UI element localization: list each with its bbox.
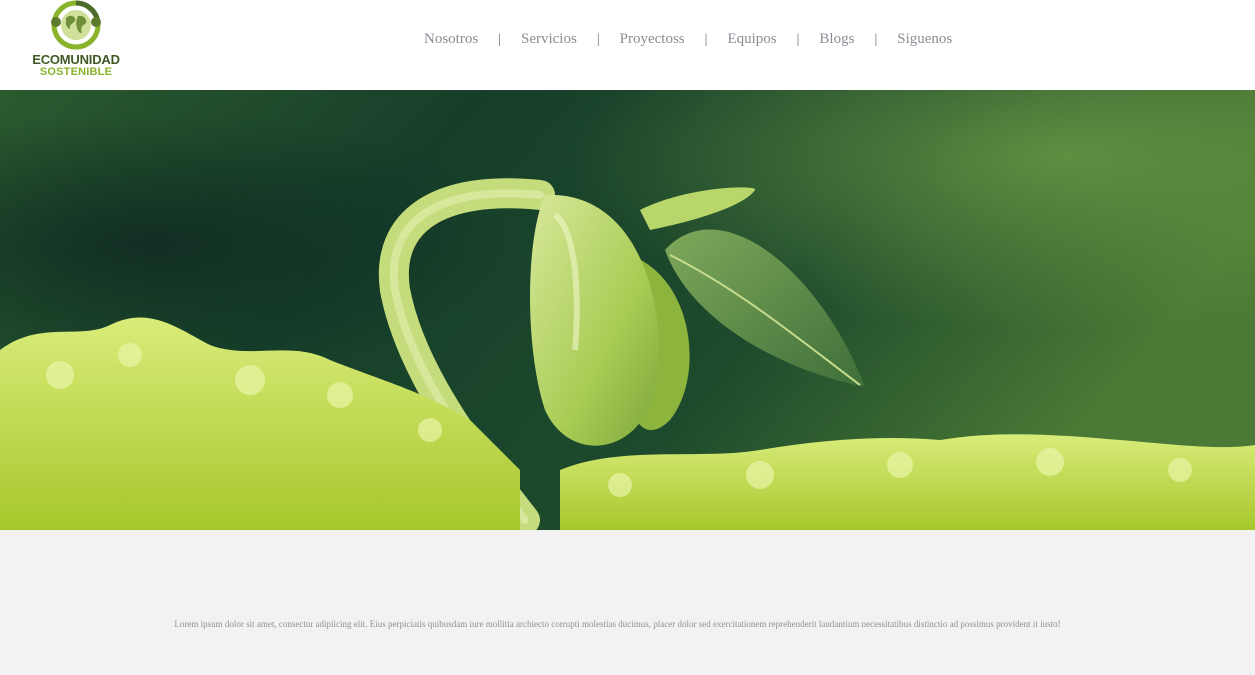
nav-separator: |	[596, 31, 600, 47]
nav-item-siguenos[interactable]: Siguenos	[897, 31, 952, 48]
nav-item-nosotros[interactable]: Nosotros	[424, 31, 478, 48]
nav-separator: |	[874, 31, 878, 47]
nav-item-equipos[interactable]: Equipos	[727, 31, 776, 48]
hero-banner	[0, 90, 1255, 530]
intro-paragraph: Lorem ipsum dolor sit amet, consectur ad…	[174, 619, 1061, 629]
globe-leaf-icon	[51, 0, 101, 50]
nav-separator: |	[796, 31, 800, 47]
nav-item-proyectoss[interactable]: Proyectoss	[620, 31, 685, 48]
seedling-hero-image	[0, 90, 1255, 530]
nav-item-servicios[interactable]: Servicios	[521, 31, 577, 48]
site-header: ECOMUNIDAD SOSTENIBLE Nosotros | Servici…	[0, 0, 1255, 90]
main-navigation: Nosotros | Servicios | Proyectoss | Equi…	[424, 31, 952, 48]
nav-item-blogs[interactable]: Blogs	[819, 31, 854, 48]
content-section: Lorem ipsum dolor sit amet, consectur ad…	[0, 530, 1255, 675]
logo-title: ECOMUNIDAD	[32, 52, 120, 67]
nav-separator: |	[704, 31, 708, 47]
site-logo[interactable]: ECOMUNIDAD SOSTENIBLE	[28, 0, 124, 84]
logo-subtitle: SOSTENIBLE	[39, 66, 113, 78]
nav-separator: |	[498, 31, 501, 47]
